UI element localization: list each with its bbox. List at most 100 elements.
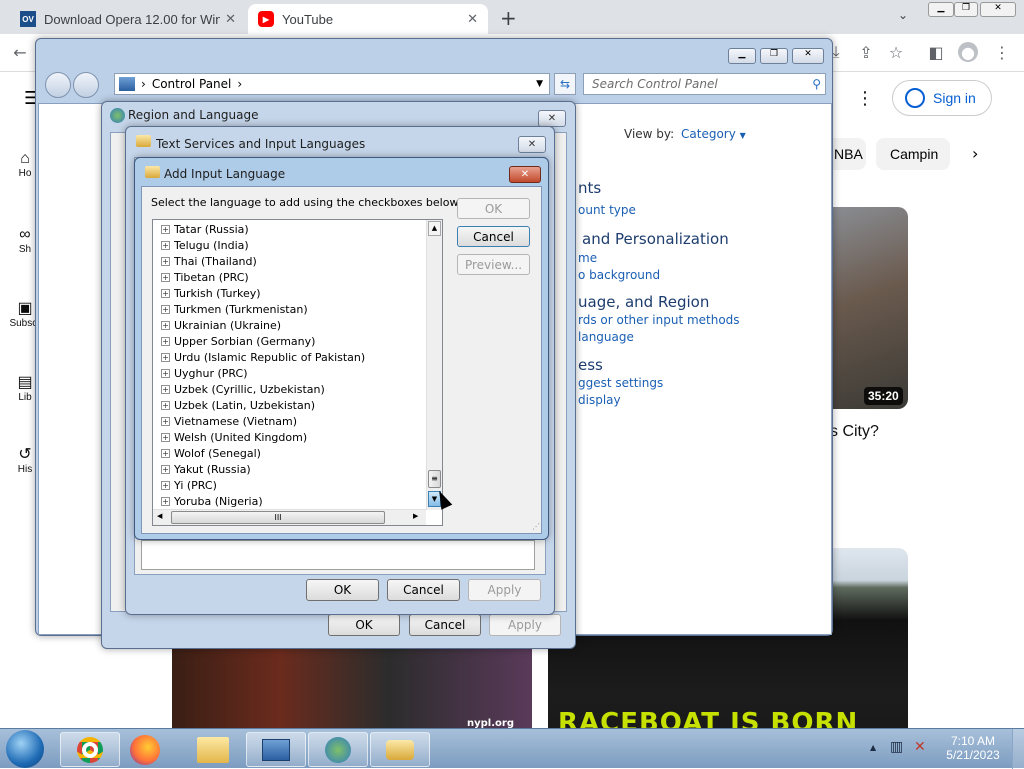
dropdown-arrow-icon[interactable]: ▼: [536, 79, 543, 89]
ok-button[interactable]: OK: [457, 198, 530, 219]
restore-icon[interactable]: ❐: [760, 48, 788, 64]
apply-button[interactable]: Apply: [489, 614, 561, 636]
expand-plus-icon[interactable]: +: [161, 288, 170, 298]
video-title[interactable]: s City?: [830, 423, 879, 441]
category-link[interactable]: me: [578, 251, 597, 265]
expand-plus-icon[interactable]: +: [161, 400, 170, 410]
expand-plus-icon[interactable]: +: [161, 320, 170, 330]
hscroll-thumb[interactable]: III: [171, 511, 385, 524]
show-hidden-icons-icon[interactable]: ▲: [870, 743, 876, 752]
expand-plus-icon[interactable]: +: [161, 272, 170, 282]
tab-youtube[interactable]: ▶ YouTube ✕: [248, 4, 488, 34]
language-item[interactable]: + Yakut (Russia): [161, 461, 251, 477]
start-button[interactable]: [6, 730, 44, 768]
expand-plus-icon[interactable]: +: [161, 256, 170, 266]
category-heading[interactable]: nts: [578, 179, 601, 197]
expand-plus-icon[interactable]: +: [161, 480, 170, 490]
chip-camping[interactable]: Campin: [876, 138, 950, 170]
bookmark-star-icon[interactable]: ☆: [886, 42, 906, 62]
show-desktop-button[interactable]: [1012, 729, 1024, 769]
language-item[interactable]: + Ukrainian (Ukraine): [161, 317, 281, 333]
language-item[interactable]: + Uzbek (Latin, Uzbekistan): [161, 397, 315, 413]
refresh-icon[interactable]: ⇆: [554, 73, 576, 95]
cancel-button[interactable]: Cancel: [387, 579, 460, 601]
language-item[interactable]: + Wolof (Senegal): [161, 445, 261, 461]
scroll-thumb[interactable]: ≡: [428, 470, 441, 488]
language-item[interactable]: + Uyghur (PRC): [161, 365, 248, 381]
close-window-icon[interactable]: ✕: [980, 2, 1016, 17]
video-thumbnail[interactable]: nypl.org: [172, 648, 532, 728]
expand-plus-icon[interactable]: +: [161, 224, 170, 234]
expand-plus-icon[interactable]: +: [161, 336, 170, 346]
cancel-button[interactable]: Cancel: [409, 614, 481, 636]
category-heading[interactable]: uage, and Region: [578, 293, 709, 311]
resize-grip-icon[interactable]: ⋰: [532, 522, 540, 531]
taskbar-region-language[interactable]: [308, 732, 368, 767]
language-item[interactable]: + Tatar (Russia): [161, 221, 249, 237]
back-arrow-icon[interactable]: ←: [10, 42, 30, 62]
expand-plus-icon[interactable]: +: [161, 432, 170, 442]
minimize-icon[interactable]: ▁: [928, 2, 954, 17]
chevron-down-icon[interactable]: ⌄: [898, 8, 908, 22]
language-item[interactable]: + Thai (Thailand): [161, 253, 257, 269]
search-input[interactable]: Search Control Panel ⚲: [583, 73, 826, 95]
expand-plus-icon[interactable]: +: [161, 448, 170, 458]
close-icon[interactable]: ✕: [518, 136, 546, 153]
profile-avatar-icon[interactable]: ●: [958, 42, 978, 62]
language-item[interactable]: + Vietnamese (Vietnam): [161, 413, 297, 429]
ok-button[interactable]: OK: [328, 614, 400, 636]
expand-plus-icon[interactable]: +: [161, 496, 170, 506]
expand-plus-icon[interactable]: +: [161, 384, 170, 394]
language-item[interactable]: + Turkish (Turkey): [161, 285, 261, 301]
taskbar-control-panel[interactable]: [246, 732, 306, 767]
tab-opera-download[interactable]: OV Download Opera 12.00 for Wind ✕: [10, 4, 246, 34]
chevron-right-icon[interactable]: ›: [972, 144, 978, 163]
taskbar-chrome[interactable]: [60, 732, 120, 767]
taskbar-text-services[interactable]: [370, 732, 430, 767]
close-icon[interactable]: ✕: [509, 166, 541, 183]
language-item[interactable]: + Yi (PRC): [161, 477, 217, 493]
vertical-scrollbar[interactable]: ▲ ≡ ▼: [426, 220, 442, 510]
video-thumbnail[interactable]: 35:20: [820, 207, 908, 409]
more-options-icon[interactable]: ⋮: [856, 88, 874, 109]
sign-in-button[interactable]: Sign in: [892, 80, 992, 116]
close-icon[interactable]: ✕: [538, 110, 566, 127]
category-link[interactable]: ggest settings: [578, 376, 663, 390]
language-item[interactable]: + Welsh (United Kingdom): [161, 429, 307, 445]
menu-kebab-icon[interactable]: ⋮: [992, 42, 1012, 62]
expand-plus-icon[interactable]: +: [161, 352, 170, 362]
restore-icon[interactable]: ❐: [954, 2, 978, 17]
back-button[interactable]: [45, 72, 71, 98]
horizontal-scrollbar[interactable]: ◀ III ▶: [153, 509, 426, 525]
forward-button[interactable]: [73, 72, 99, 98]
category-heading[interactable]: and Personalization: [582, 230, 729, 248]
category-link[interactable]: rds or other input methods: [578, 313, 740, 327]
language-item[interactable]: + Uzbek (Cyrillic, Uzbekistan): [161, 381, 325, 397]
expand-plus-icon[interactable]: +: [161, 368, 170, 378]
firefox-icon[interactable]: [130, 735, 160, 765]
preview-button[interactable]: Preview...: [457, 254, 530, 275]
expand-plus-icon[interactable]: +: [161, 416, 170, 426]
language-item[interactable]: + Urdu (Islamic Republic of Pakistan): [161, 349, 365, 365]
network-icon[interactable]: ▥: [890, 739, 903, 755]
language-item[interactable]: + Upper Sorbian (Germany): [161, 333, 315, 349]
apply-button[interactable]: Apply: [468, 579, 541, 601]
language-item[interactable]: + Tibetan (PRC): [161, 269, 249, 285]
minimize-icon[interactable]: ▁: [728, 48, 756, 64]
clock[interactable]: 7:10 AM 5/21/2023: [940, 734, 1006, 762]
volume-muted-icon[interactable]: ✕: [914, 739, 926, 755]
cancel-button[interactable]: Cancel: [457, 226, 530, 247]
language-item[interactable]: + Telugu (India): [161, 237, 249, 253]
language-item[interactable]: + Turkmen (Turkmenistan): [161, 301, 308, 317]
category-link[interactable]: ount type: [578, 203, 636, 217]
new-tab-button[interactable]: +: [500, 6, 517, 30]
category-heading[interactable]: ess: [578, 356, 603, 374]
file-explorer-icon[interactable]: [197, 737, 229, 763]
category-link[interactable]: language: [578, 330, 634, 344]
address-bar[interactable]: › Control Panel › ▼: [114, 73, 550, 95]
scroll-left-icon[interactable]: ◀: [157, 512, 162, 520]
breadcrumb[interactable]: Control Panel: [152, 77, 232, 91]
share-icon[interactable]: ⇪: [856, 42, 876, 62]
ok-button[interactable]: OK: [306, 579, 379, 601]
side-panel-icon[interactable]: ◧: [926, 42, 946, 62]
